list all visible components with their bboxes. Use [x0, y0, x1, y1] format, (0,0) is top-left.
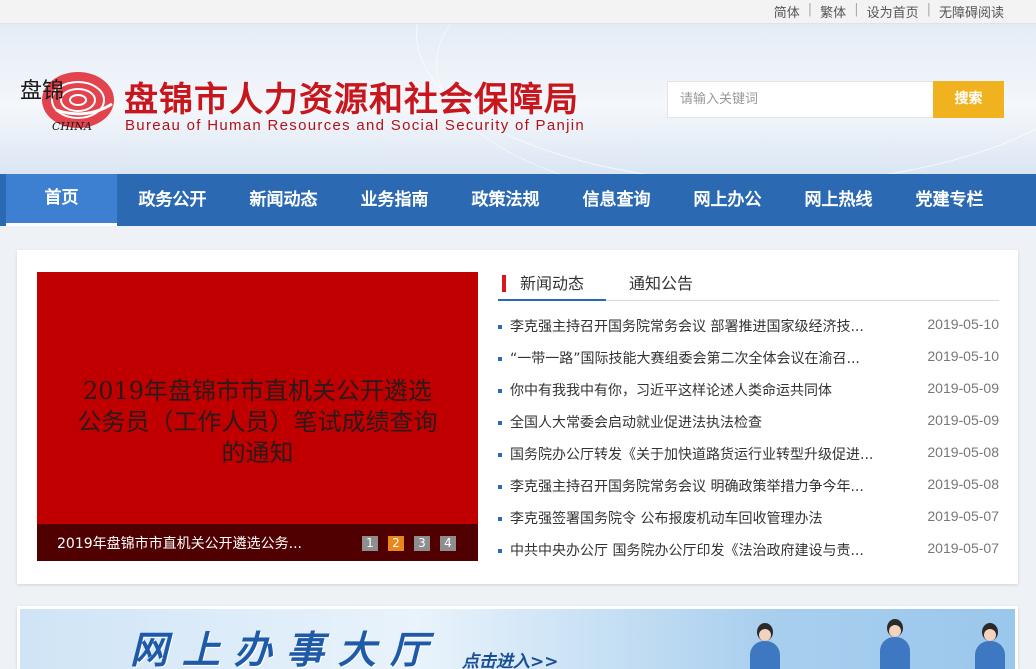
logo-subtext: CHINA — [52, 120, 92, 133]
logo-emblem-icon: 盘锦 CHINA — [20, 72, 114, 133]
news-title[interactable]: 李克强主持召开国务院常务会议 部署推进国家级经济技... — [510, 316, 900, 336]
tab-news-label: 新闻动态 — [520, 274, 585, 293]
site-subtitle: Bureau of Human Resources and Social Sec… — [125, 117, 586, 134]
tab-marker-icon — [502, 275, 506, 292]
staff-figure-icon — [880, 619, 910, 669]
nav-item-hotline[interactable]: 网上热线 — [783, 174, 894, 226]
slider-page-1[interactable]: 1 — [362, 536, 378, 551]
news-date: 2019-05-07 — [927, 508, 999, 524]
news-section: 新闻动态 通知公告 李克强主持召开国务院常务会议 部署推进国家级经济技... 2… — [498, 272, 999, 561]
list-item[interactable]: 中共中央办公厅 国务院办公厅印发《法治政府建设与责... 2019-05-07 — [498, 538, 999, 570]
news-date: 2019-05-08 — [927, 444, 999, 460]
accessibility-link[interactable]: 无障碍阅读 — [939, 2, 1004, 21]
logo-text: 盘锦 — [20, 79, 64, 104]
nav-item-news[interactable]: 新闻动态 — [228, 174, 339, 226]
bullet-icon — [498, 549, 502, 553]
nav-item-service-guide[interactable]: 业务指南 — [339, 174, 450, 226]
news-date: 2019-05-09 — [927, 380, 999, 396]
nav-item-online-office[interactable]: 网上办公 — [672, 174, 783, 226]
news-date: 2019-05-10 — [927, 348, 999, 364]
staff-figure-icon — [750, 623, 780, 669]
news-title[interactable]: 你中有我我中有你，习近平这样论述人类命运共同体 — [510, 380, 900, 400]
slider-page-2[interactable]: 2 — [388, 536, 404, 551]
list-item[interactable]: 李克强签署国务院令 公布报废机动车回收管理办法 2019-05-07 — [498, 506, 999, 538]
list-item[interactable]: “一带一路”国际技能大赛组委会第二次全体会议在渝召... 2019-05-10 — [498, 346, 999, 378]
news-title[interactable]: 李克强签署国务院令 公布报废机动车回收管理办法 — [510, 508, 900, 528]
site-logo[interactable]: 盘锦 CHINA — [16, 64, 116, 140]
slider-headline[interactable]: 2019年盘锦市市直机关公开遴选公务员（工作人员）笔试成绩查询的通知 — [77, 376, 438, 469]
bullet-icon — [498, 325, 502, 329]
news-title[interactable]: 国务院办公厅转发《关于加快道路货运行业转型升级促进... — [510, 444, 900, 464]
separator: | — [926, 2, 931, 17]
bullet-icon — [498, 421, 502, 425]
list-item[interactable]: 你中有我我中有你，习近平这样论述人类命运共同体 2019-05-09 — [498, 378, 999, 410]
list-item[interactable]: 国务院办公厅转发《关于加快道路货运行业转型升级促进... 2019-05-08 — [498, 442, 999, 474]
nav-item-party-building[interactable]: 党建专栏 — [894, 174, 1005, 226]
nav-item-home[interactable]: 首页 — [6, 174, 117, 226]
slider-caption[interactable]: 2019年盘锦市市直机关公开遴选公务... — [57, 533, 302, 553]
news-tabs: 新闻动态 通知公告 — [498, 272, 999, 301]
list-item[interactable]: 李克强主持召开国务院常务会议 明确政策举措力争今年... 2019-05-08 — [498, 474, 999, 506]
banner-enter-link[interactable]: 点击进入>> — [462, 647, 559, 669]
search-placeholder: 请输入关键词 — [680, 92, 759, 107]
list-item[interactable]: 全国人大常委会启动就业促进法执法检查 2019-05-09 — [498, 410, 999, 442]
news-title[interactable]: 中共中央办公厅 国务院办公厅印发《法治政府建设与责... — [510, 540, 900, 560]
utility-links: 简体 | 繁体 | 设为首页 | 无障碍阅读 — [774, 2, 1004, 21]
slider-page-3[interactable]: 3 — [414, 536, 430, 551]
news-date: 2019-05-10 — [927, 316, 999, 332]
news-date: 2019-05-08 — [927, 476, 999, 492]
set-homepage-link[interactable]: 设为首页 — [867, 2, 919, 21]
news-title[interactable]: 李克强主持召开国务院常务会议 明确政策举措力争今年... — [510, 476, 900, 496]
news-title[interactable]: “一带一路”国际技能大赛组委会第二次全体会议在渝召... — [510, 348, 900, 368]
slider-pager: 1 2 3 4 — [352, 536, 456, 551]
simplified-chinese-link[interactable]: 简体 — [774, 2, 800, 21]
bullet-icon — [498, 453, 502, 457]
separator: | — [854, 2, 859, 17]
traditional-chinese-link[interactable]: 繁体 — [820, 2, 846, 21]
main-panel: 2019年盘锦市市直机关公开遴选公务员（工作人员）笔试成绩查询的通知 2019年… — [17, 250, 1018, 584]
news-date: 2019-05-09 — [927, 412, 999, 428]
bullet-icon — [498, 389, 502, 393]
list-item[interactable]: 李克强主持召开国务院常务会议 部署推进国家级经济技... 2019-05-10 — [498, 314, 999, 346]
slider-caption-bar: 2019年盘锦市市直机关公开遴选公务... 1 2 3 4 — [37, 524, 478, 561]
staff-figure-icon — [975, 623, 1005, 669]
bullet-icon — [498, 357, 502, 361]
news-title[interactable]: 全国人大常委会启动就业促进法执法检查 — [510, 412, 900, 432]
top-utility-bar: 简体 | 繁体 | 设为首页 | 无障碍阅读 — [0, 0, 1036, 24]
separator: | — [807, 2, 813, 17]
tab-news[interactable]: 新闻动态 — [498, 272, 606, 301]
slider-page-4[interactable]: 4 — [440, 536, 456, 551]
site-header: 盘锦 CHINA 盘锦市人力资源和社会保障局 Bureau of Human R… — [0, 24, 1036, 174]
bullet-icon — [498, 485, 502, 489]
online-service-banner[interactable]: 网上办事大厅 点击进入>> — [17, 606, 1018, 669]
nav-item-info-query[interactable]: 信息查询 — [561, 174, 672, 226]
site-title: 盘锦市人力资源和社会保障局 — [124, 80, 579, 120]
main-nav: 首页 政务公开 新闻动态 业务指南 政策法规 信息查询 网上办公 网上热线 党建… — [0, 174, 1036, 226]
news-list: 李克强主持召开国务院常务会议 部署推进国家级经济技... 2019-05-10 … — [498, 314, 999, 570]
search-input[interactable]: 请输入关键词 — [667, 81, 934, 118]
news-slider[interactable]: 2019年盘锦市市直机关公开遴选公务员（工作人员）笔试成绩查询的通知 2019年… — [37, 272, 478, 561]
bullet-icon — [498, 517, 502, 521]
nav-item-policies[interactable]: 政策法规 — [450, 174, 561, 226]
banner-title: 网上办事大厅 — [130, 628, 443, 669]
banner-image: 网上办事大厅 点击进入>> — [20, 609, 1015, 669]
nav-item-government-affairs[interactable]: 政务公开 — [117, 174, 228, 226]
news-date: 2019-05-07 — [927, 540, 999, 556]
search-button[interactable]: 搜索 — [933, 81, 1004, 118]
tab-notices[interactable]: 通知公告 — [629, 272, 693, 301]
